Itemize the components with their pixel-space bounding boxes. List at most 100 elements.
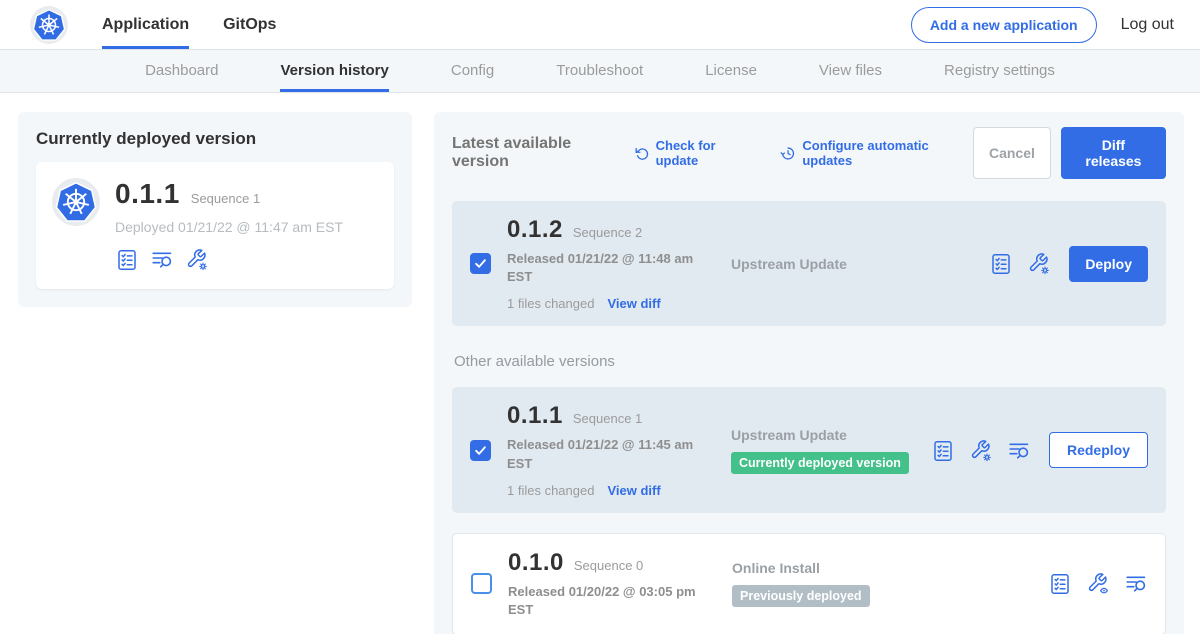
tab-troubleshoot[interactable]: Troubleshoot bbox=[556, 50, 643, 92]
version-actions: Deploy bbox=[989, 246, 1148, 282]
tab-dashboard-label: Dashboard bbox=[145, 62, 218, 79]
currently-deployed-panel: Currently deployed version 0.1.1 Sequenc… bbox=[18, 112, 412, 307]
view-deploy-logs-button[interactable] bbox=[1007, 439, 1030, 462]
add-application-button[interactable]: Add a new application bbox=[911, 7, 1097, 43]
cancel-button[interactable]: Cancel bbox=[973, 127, 1051, 179]
available-versions-header: Latest available version Check for updat… bbox=[452, 127, 1166, 179]
lines-magnifier-icon bbox=[150, 248, 173, 271]
version-sequence: Sequence 0 bbox=[574, 558, 643, 573]
kubernetes-logo-icon bbox=[52, 178, 100, 226]
deployed-sequence: Sequence 1 bbox=[191, 191, 260, 206]
view-diff-link[interactable]: View diff bbox=[607, 296, 660, 311]
version-info: 0.1.2 Sequence 2 Released 01/21/22 @ 11:… bbox=[507, 216, 709, 311]
version-source: Upstream Update bbox=[725, 256, 973, 272]
tab-gitops-label: GitOps bbox=[223, 16, 276, 34]
lines-magnifier-icon bbox=[1124, 572, 1147, 595]
version-sequence: Sequence 2 bbox=[573, 225, 642, 240]
check-for-update-label: Check for update bbox=[656, 138, 757, 168]
version-row-0-1-1: 0.1.1 Sequence 1 Released 01/21/22 @ 11:… bbox=[452, 387, 1166, 512]
tab-troubleshoot-label: Troubleshoot bbox=[556, 62, 643, 79]
app-logo bbox=[30, 0, 68, 49]
check-for-update-link[interactable]: Check for update bbox=[634, 138, 757, 168]
version-checkbox[interactable] bbox=[470, 440, 491, 461]
release-notes-button[interactable] bbox=[989, 252, 1012, 275]
tab-dashboard[interactable]: Dashboard bbox=[145, 50, 218, 92]
configure-automatic-updates-link[interactable]: Configure automatic updates bbox=[780, 138, 973, 168]
deployed-version-number: 0.1.1 bbox=[115, 178, 180, 210]
deployed-version-card: 0.1.1 Sequence 1 Deployed 01/21/22 @ 11:… bbox=[36, 162, 394, 289]
wrench-gear-icon bbox=[1027, 252, 1050, 275]
tab-gitops[interactable]: GitOps bbox=[223, 0, 276, 49]
files-changed: 1 files changed bbox=[507, 483, 594, 498]
available-versions-panel: Latest available version Check for updat… bbox=[434, 112, 1184, 634]
version-info: 0.1.0 Sequence 0 Released 01/20/22 @ 03:… bbox=[508, 549, 710, 619]
source-label: Upstream Update bbox=[731, 427, 915, 443]
files-changed: 1 files changed bbox=[507, 296, 594, 311]
deployed-version-info: 0.1.1 Sequence 1 Deployed 01/21/22 @ 11:… bbox=[115, 178, 343, 271]
tab-version-history[interactable]: Version history bbox=[280, 50, 388, 92]
deployed-timestamp: Deployed 01/21/22 @ 11:47 am EST bbox=[115, 219, 343, 235]
version-info: 0.1.1 Sequence 1 Released 01/21/22 @ 11:… bbox=[507, 402, 709, 497]
release-notes-button[interactable] bbox=[1048, 572, 1071, 595]
checklist-icon bbox=[1048, 572, 1071, 595]
tab-application-label: Application bbox=[102, 16, 189, 34]
version-source: Online Install Previously deployed bbox=[726, 560, 1032, 607]
tab-license[interactable]: License bbox=[705, 50, 757, 92]
view-diff-link[interactable]: View diff bbox=[607, 483, 660, 498]
tab-application[interactable]: Application bbox=[102, 0, 189, 49]
top-nav: Application GitOps Add a new application… bbox=[0, 0, 1200, 50]
version-number: 0.1.0 bbox=[508, 549, 564, 577]
redeploy-button[interactable]: Redeploy bbox=[1049, 432, 1148, 468]
version-sequence: Sequence 1 bbox=[573, 411, 642, 426]
view-deploy-logs-button[interactable] bbox=[1124, 572, 1147, 595]
release-notes-button[interactable] bbox=[931, 439, 954, 462]
app-subnav: Dashboard Version history Config Trouble… bbox=[0, 50, 1200, 93]
edit-config-button[interactable] bbox=[1027, 252, 1050, 275]
lines-magnifier-icon bbox=[1007, 439, 1030, 462]
version-row-0-1-2: 0.1.2 Sequence 2 Released 01/21/22 @ 11:… bbox=[452, 201, 1166, 326]
latest-available-title: Latest available version bbox=[452, 135, 624, 171]
released-timestamp: Released 01/21/22 @ 11:48 am EST bbox=[507, 250, 709, 286]
check-icon bbox=[473, 256, 488, 271]
logout-link[interactable]: Log out bbox=[1121, 16, 1174, 34]
tab-registry-settings-label: Registry settings bbox=[944, 62, 1055, 79]
view-config-button[interactable] bbox=[1086, 572, 1109, 595]
deploy-button[interactable]: Deploy bbox=[1069, 246, 1148, 282]
main-content: Currently deployed version 0.1.1 Sequenc… bbox=[0, 93, 1200, 634]
tab-license-label: License bbox=[705, 62, 757, 79]
source-label: Upstream Update bbox=[731, 256, 973, 272]
refresh-icon bbox=[634, 145, 650, 162]
previously-deployed-badge: Previously deployed bbox=[732, 585, 870, 607]
tab-version-history-label: Version history bbox=[280, 62, 388, 79]
diff-releases-button[interactable]: Diff releases bbox=[1061, 127, 1166, 179]
wrench-gear-icon bbox=[969, 439, 992, 462]
edit-config-button[interactable] bbox=[969, 439, 992, 462]
wrench-gear-icon bbox=[185, 248, 208, 271]
version-actions: Redeploy bbox=[931, 432, 1148, 468]
clock-refresh-icon bbox=[780, 145, 796, 162]
version-number: 0.1.1 bbox=[507, 402, 563, 430]
other-versions-label: Other available versions bbox=[454, 353, 1166, 370]
checklist-icon bbox=[989, 252, 1012, 275]
check-icon bbox=[473, 443, 488, 458]
version-number: 0.1.2 bbox=[507, 216, 563, 244]
tab-config[interactable]: Config bbox=[451, 50, 494, 92]
tab-view-files-label: View files bbox=[819, 62, 882, 79]
edit-config-button[interactable] bbox=[185, 248, 208, 271]
version-source: Upstream Update Currently deployed versi… bbox=[725, 427, 915, 474]
topnav-right: Add a new application Log out bbox=[911, 0, 1174, 49]
view-deploy-logs-button[interactable] bbox=[150, 248, 173, 271]
kubernetes-logo-icon bbox=[30, 6, 68, 44]
source-label: Online Install bbox=[732, 560, 1032, 576]
released-timestamp: Released 01/21/22 @ 11:45 am EST bbox=[507, 436, 709, 472]
tab-registry-settings[interactable]: Registry settings bbox=[944, 50, 1055, 92]
version-actions bbox=[1048, 572, 1147, 595]
version-checkbox[interactable] bbox=[471, 573, 492, 594]
version-checkbox[interactable] bbox=[470, 253, 491, 274]
released-timestamp: Released 01/20/22 @ 03:05 pm EST bbox=[508, 583, 710, 619]
currently-deployed-badge: Currently deployed version bbox=[731, 452, 909, 474]
checklist-icon bbox=[931, 439, 954, 462]
release-notes-button[interactable] bbox=[115, 248, 138, 271]
tab-view-files[interactable]: View files bbox=[819, 50, 882, 92]
tab-config-label: Config bbox=[451, 62, 494, 79]
